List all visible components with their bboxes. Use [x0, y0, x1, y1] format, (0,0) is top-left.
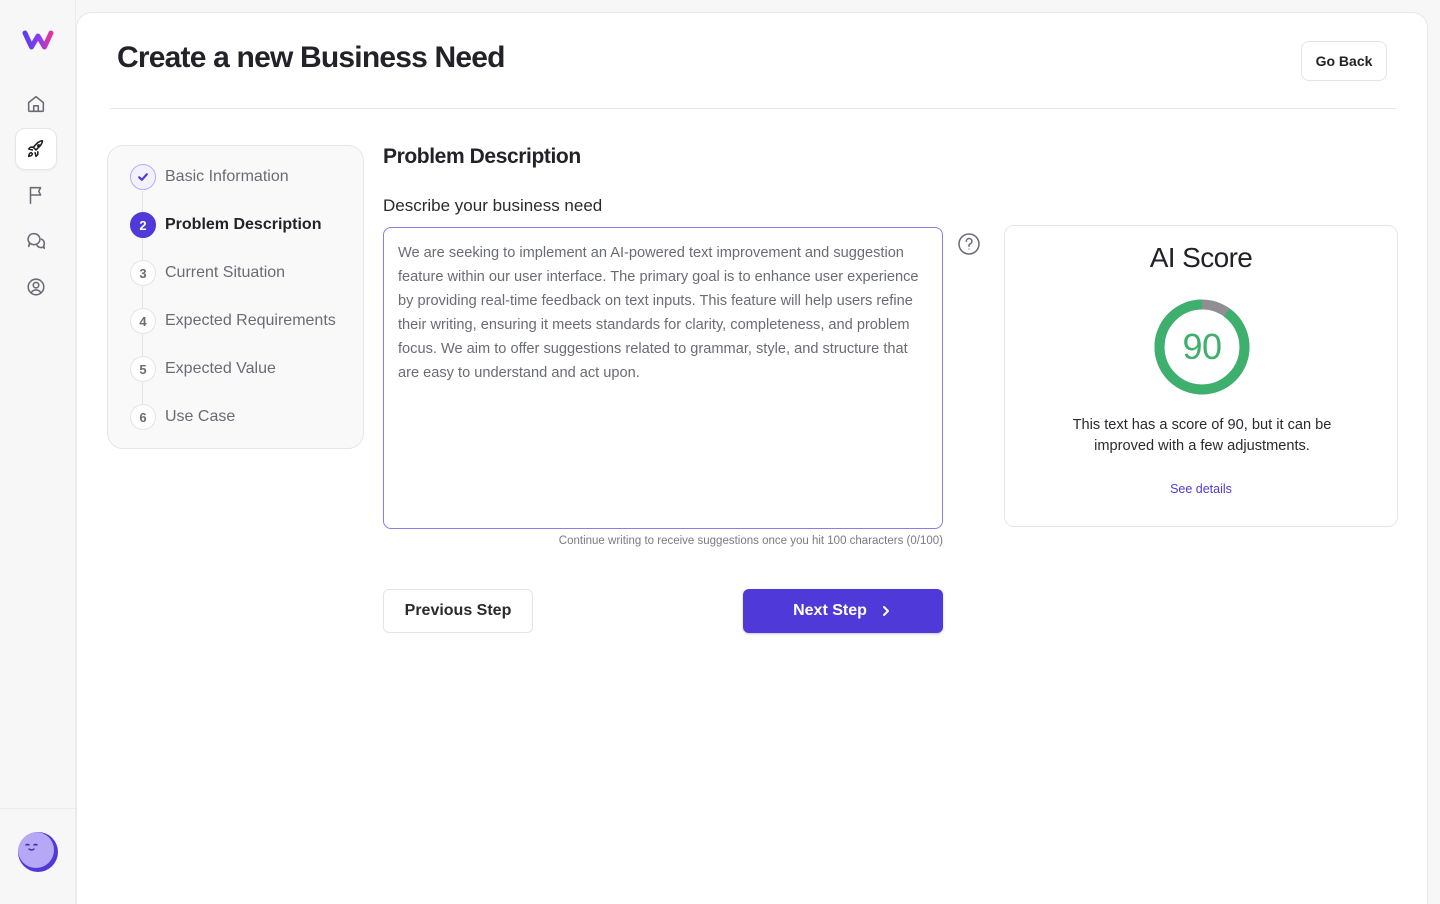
step-label: Problem Description: [165, 216, 322, 233]
nav-home-button[interactable]: [15, 83, 57, 125]
chat-bubbles-icon: [27, 232, 46, 250]
nav-profile-button[interactable]: [15, 266, 57, 308]
previous-step-button[interactable]: Previous Step: [383, 589, 533, 633]
header-divider: [110, 108, 1396, 109]
business-need-textarea[interactable]: We are seeking to implement an AI-powere…: [383, 227, 943, 529]
step-current-situation[interactable]: 3 Current Situation: [130, 259, 285, 287]
avatar[interactable]: [18, 832, 58, 872]
step-number: 6: [130, 404, 156, 430]
question-circle-icon[interactable]: [957, 232, 981, 256]
main-panel: Create a new Business Need Go Back Basic…: [76, 12, 1428, 904]
step-problem-description[interactable]: 2 Problem Description: [130, 211, 321, 239]
step-navigator: Basic Information 2 Problem Description …: [107, 145, 364, 449]
chevron-right-icon: [882, 606, 889, 616]
avatar-face-icon: [18, 832, 54, 868]
character-hint: Continue writing to receive suggestions …: [558, 535, 943, 547]
step-use-case[interactable]: 6 Use Case: [130, 403, 235, 431]
step-number: 5: [130, 356, 156, 382]
step-number: 4: [130, 308, 156, 334]
step-expected-requirements[interactable]: 4 Expected Requirements: [130, 307, 336, 335]
step-number: 3: [130, 260, 156, 286]
sidebar: [0, 0, 76, 904]
flag-icon: [29, 186, 42, 205]
step-label: Use Case: [165, 408, 236, 425]
nav-business-needs-button[interactable]: [15, 128, 57, 170]
ai-score-card: AI Score 90 This text has a score of 90,…: [1004, 225, 1398, 527]
step-basic-information[interactable]: Basic Information: [130, 163, 289, 191]
go-back-button[interactable]: Go Back: [1301, 41, 1387, 81]
score-value: 90: [1182, 326, 1222, 367]
score-description: This text has a score of 90, but it can …: [1072, 417, 1332, 454]
step-check-icon: [130, 164, 156, 190]
section-title: Problem Description: [383, 145, 581, 168]
nav-flag-button[interactable]: [15, 174, 57, 216]
step-label: Expected Requirements: [165, 312, 336, 329]
step-expected-value[interactable]: 5 Expected Value: [130, 355, 276, 383]
sidebar-divider: [0, 808, 76, 809]
step-number: 2: [130, 212, 156, 238]
home-icon: [27, 95, 45, 113]
rocket-icon: [27, 139, 44, 158]
step-label: Expected Value: [165, 360, 276, 377]
w-logo-icon[interactable]: [22, 29, 54, 51]
next-step-button[interactable]: Next Step: [743, 589, 943, 633]
see-details-link[interactable]: See details: [1005, 482, 1397, 496]
next-step-label: Next Step: [793, 602, 867, 619]
nav-chat-button[interactable]: [15, 220, 57, 262]
step-label: Basic Information: [165, 168, 289, 185]
step-label: Current Situation: [165, 264, 286, 281]
business-need-label: Describe your business need: [383, 196, 603, 215]
page-title: Create a new Business Need: [117, 41, 506, 74]
ai-score-title: AI Score: [1149, 242, 1253, 273]
user-circle-icon: [27, 278, 45, 296]
